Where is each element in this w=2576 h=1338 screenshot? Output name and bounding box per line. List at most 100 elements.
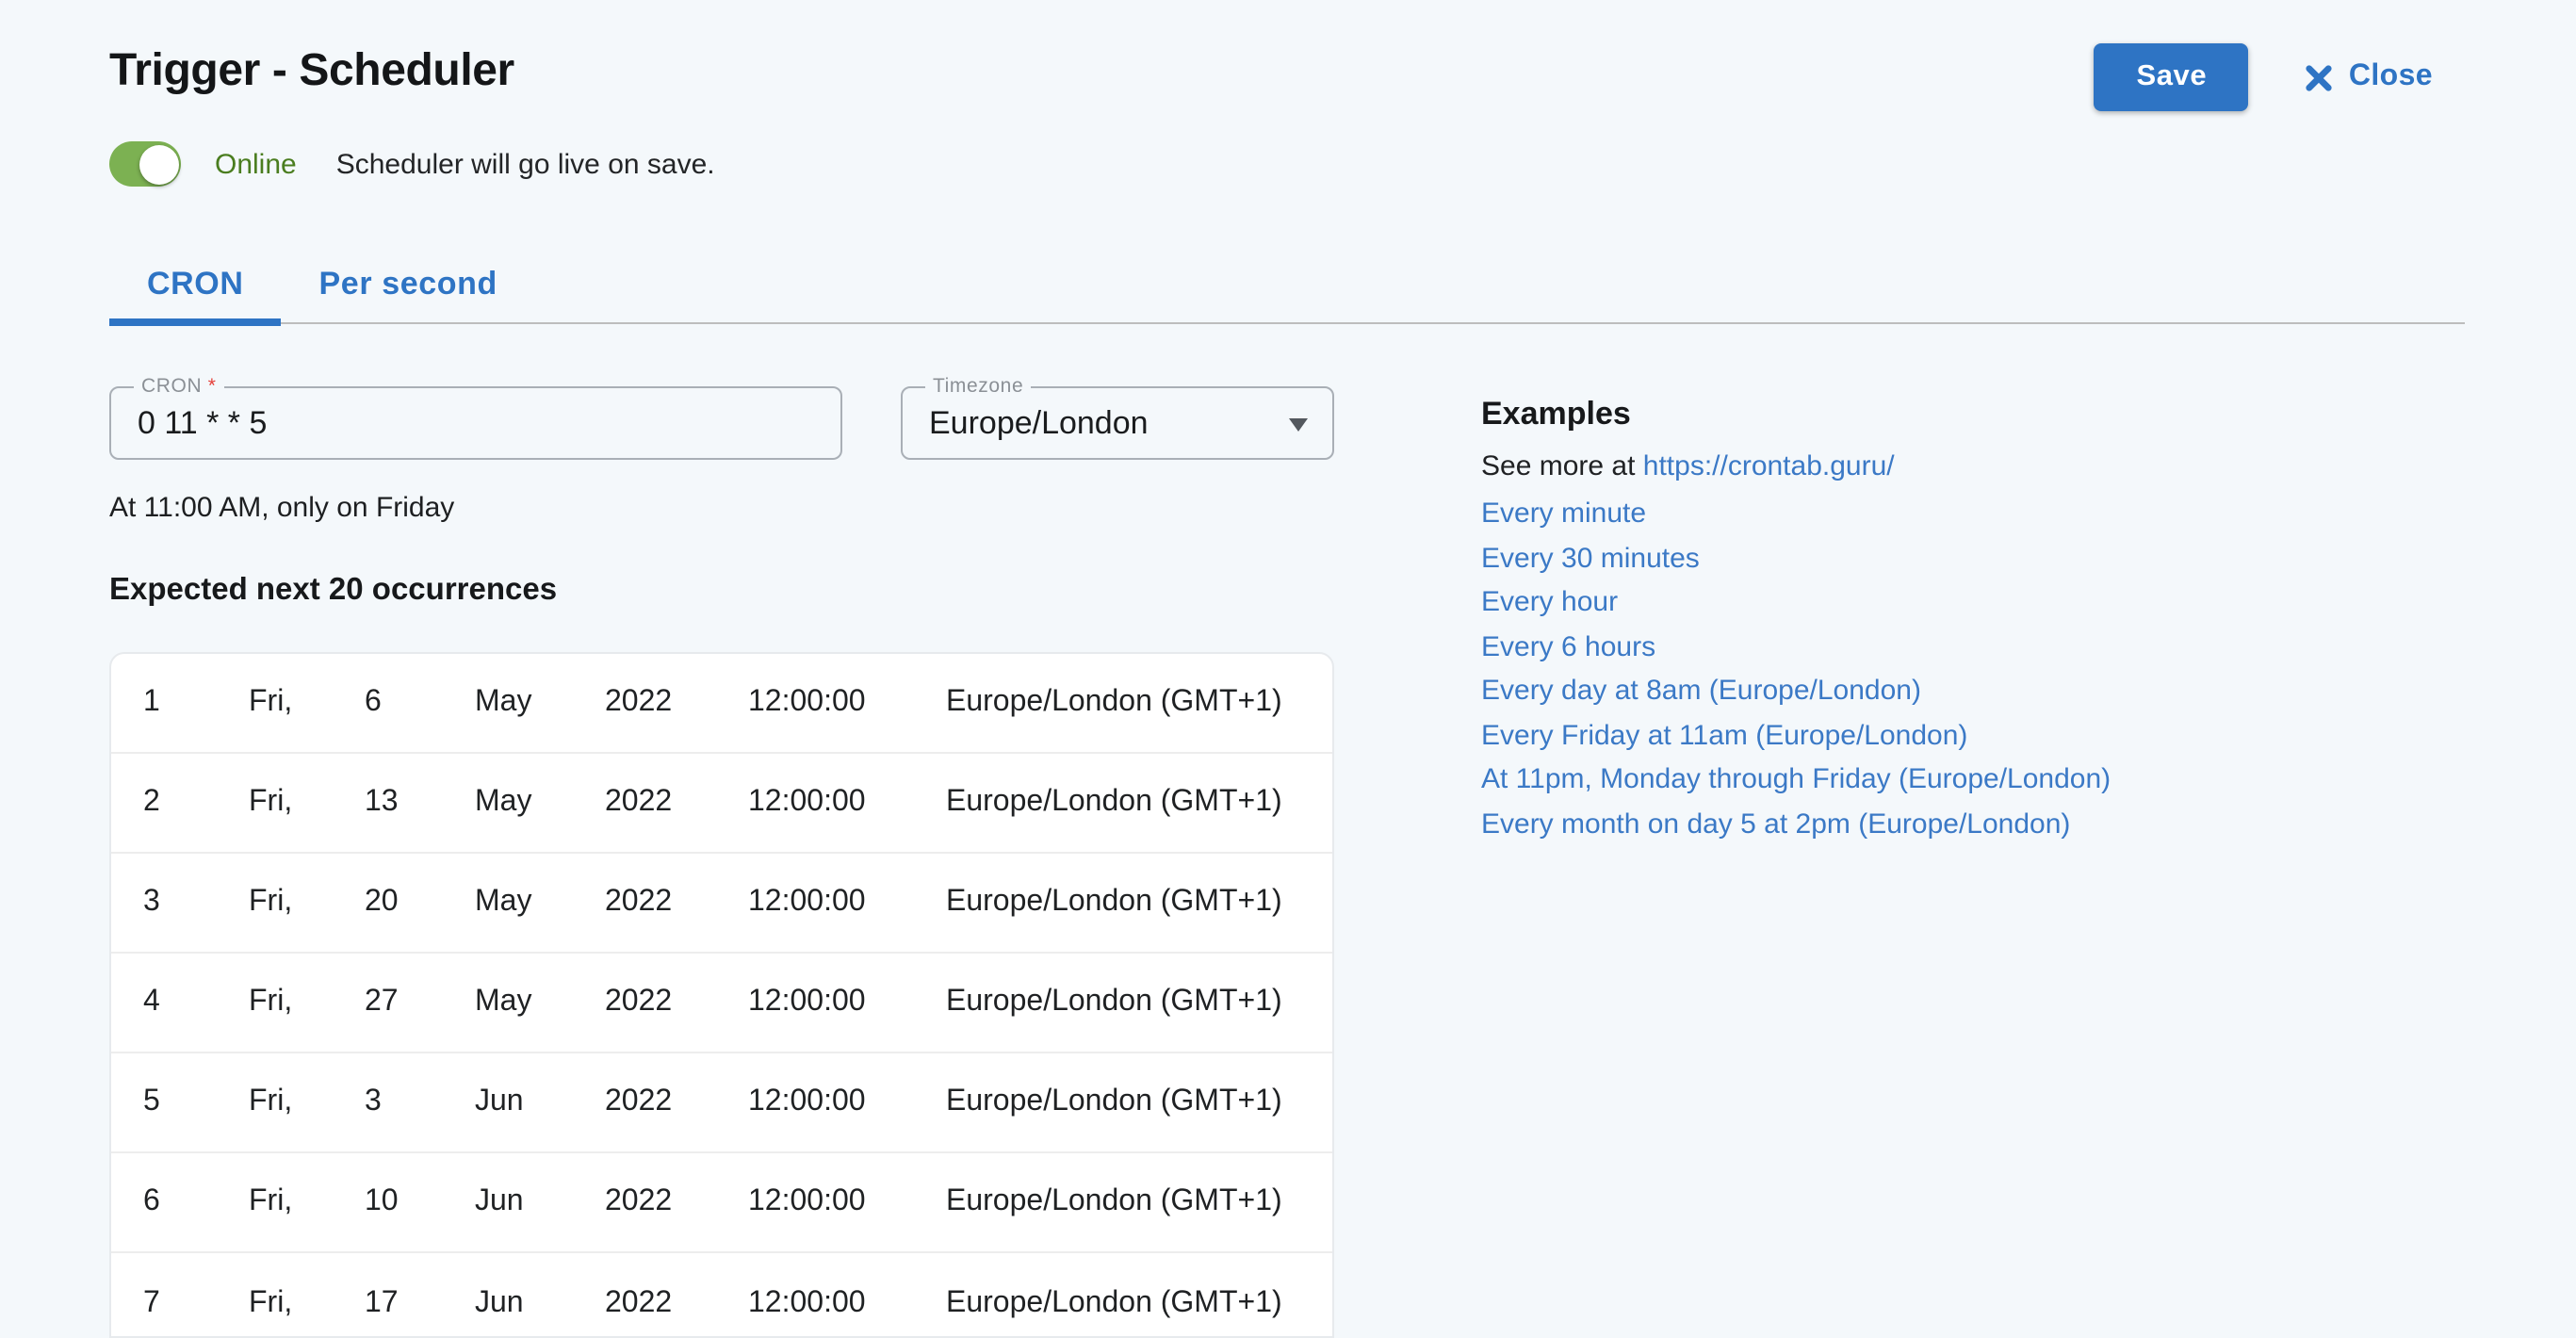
occurrence-timezone: Europe/London (GMT+1) (946, 1085, 1332, 1119)
occurrence-year: 2022 (605, 1185, 748, 1219)
tab-per-second-label: Per second (319, 265, 497, 302)
list-item: Every hour (1481, 588, 2461, 616)
close-button-label: Close (2349, 60, 2433, 94)
occurrence-month: May (475, 886, 605, 920)
example-link[interactable]: Every day at 8am (Europe/London) (1481, 675, 1921, 707)
go-live-description: Scheduler will go live on save. (336, 148, 715, 180)
occurrence-day: 20 (365, 886, 475, 920)
occurrence-index: 1 (143, 686, 249, 720)
occurrence-timezone: Europe/London (GMT+1) (946, 1185, 1332, 1219)
occurrence-index: 2 (143, 786, 249, 820)
occurrence-timezone: Europe/London (GMT+1) (946, 886, 1332, 920)
occurrence-timezone: Europe/London (GMT+1) (946, 786, 1332, 820)
see-more-line: See more at https://crontab.guru/ (1481, 452, 2461, 482)
occurrence-time: 12:00:00 (748, 1286, 946, 1320)
occurrence-index: 5 (143, 1085, 249, 1119)
timezone-select[interactable]: Timezone Europe/London (901, 386, 1334, 460)
occurrences-table: 1 Fri, 6 May 2022 12:00:00 Europe/London… (109, 652, 1334, 1338)
see-more-prefix: See more at (1481, 450, 1643, 482)
occurrence-timezone: Europe/London (GMT+1) (946, 986, 1332, 1020)
cron-description: At 11:00 AM, only on Friday (109, 492, 454, 524)
tab-bar: CRON Per second (109, 245, 2465, 324)
list-item: Every 6 hours (1481, 632, 2461, 661)
occurrence-year: 2022 (605, 686, 748, 720)
occurrence-weekday: Fri, (249, 1286, 365, 1320)
occurrence-timezone: Europe/London (GMT+1) (946, 1286, 1332, 1320)
occurrence-day: 10 (365, 1185, 475, 1219)
scheduler-dialog: Trigger - Scheduler Save Close Online Sc… (0, 0, 2576, 1338)
example-link[interactable]: At 11pm, Monday through Friday (Europe/L… (1481, 763, 2111, 795)
occurrence-index: 3 (143, 886, 249, 920)
occurrence-year: 2022 (605, 886, 748, 920)
table-row: 1 Fri, 6 May 2022 12:00:00 Europe/London… (111, 654, 1332, 754)
examples-panel: Examples See more at https://crontab.gur… (1481, 394, 2461, 854)
save-button[interactable]: Save (2095, 43, 2249, 111)
table-row: 5 Fri, 3 Jun 2022 12:00:00 Europe/London… (111, 1053, 1332, 1153)
occurrence-year: 2022 (605, 986, 748, 1020)
close-button[interactable]: Close (2306, 60, 2433, 94)
occurrences-heading: Expected next 20 occurrences (109, 573, 557, 609)
occurrence-index: 6 (143, 1185, 249, 1219)
occurrence-day: 27 (365, 986, 475, 1020)
list-item: Every minute (1481, 499, 2461, 528)
occurrence-time: 12:00:00 (748, 886, 946, 920)
online-status-label: Online (215, 148, 297, 180)
status-row: Online Scheduler will go live on save. (109, 141, 715, 187)
example-link[interactable]: Every minute (1481, 498, 1646, 530)
list-item: Every month on day 5 at 2pm (Europe/Lond… (1481, 809, 2461, 838)
occurrence-time: 12:00:00 (748, 1085, 946, 1119)
header-actions: Save Close (2095, 43, 2433, 111)
tab-cron-label: CRON (147, 265, 244, 302)
occurrence-year: 2022 (605, 786, 748, 820)
occurrence-month: Jun (475, 1185, 605, 1219)
occurrence-year: 2022 (605, 1286, 748, 1320)
occurrence-index: 7 (143, 1286, 249, 1320)
occurrence-weekday: Fri, (249, 1185, 365, 1219)
list-item: Every Friday at 11am (Europe/London) (1481, 721, 2461, 749)
online-toggle[interactable] (109, 141, 181, 187)
occurrence-time: 12:00:00 (748, 1185, 946, 1219)
occurrence-weekday: Fri, (249, 886, 365, 920)
chevron-down-icon (1289, 418, 1308, 432)
example-link[interactable]: Every month on day 5 at 2pm (Europe/Lond… (1481, 808, 2070, 840)
example-link[interactable]: Every hour (1481, 586, 1618, 618)
occurrence-weekday: Fri, (249, 786, 365, 820)
occurrence-month: May (475, 686, 605, 720)
save-button-label: Save (2136, 60, 2207, 94)
cron-input[interactable]: CRON * 0 11 * * 5 (109, 386, 842, 460)
occurrence-month: Jun (475, 1286, 605, 1320)
cron-input-value: 0 11 * * 5 (138, 388, 267, 458)
example-links: Every minute Every 30 minutes Every hour… (1481, 499, 2461, 838)
timezone-select-value: Europe/London (929, 388, 1149, 458)
table-row: 3 Fri, 20 May 2022 12:00:00 Europe/Londo… (111, 854, 1332, 954)
occurrence-month: May (475, 786, 605, 820)
close-icon (2306, 63, 2334, 91)
examples-heading: Examples (1481, 394, 2461, 435)
occurrence-day: 13 (365, 786, 475, 820)
list-item: Every 30 minutes (1481, 544, 2461, 572)
list-item: At 11pm, Monday through Friday (Europe/L… (1481, 765, 2461, 793)
toggle-knob (139, 144, 178, 184)
example-link[interactable]: Every Friday at 11am (Europe/London) (1481, 719, 1967, 751)
crontab-guru-link[interactable]: https://crontab.guru/ (1643, 450, 1895, 482)
list-item: Every day at 8am (Europe/London) (1481, 677, 2461, 705)
occurrence-month: Jun (475, 1085, 605, 1119)
occurrence-month: May (475, 986, 605, 1020)
occurrence-day: 17 (365, 1286, 475, 1320)
example-link[interactable]: Every 30 minutes (1481, 542, 1700, 574)
tab-per-second[interactable]: Per second (282, 245, 535, 322)
page-title: Trigger - Scheduler (109, 45, 514, 98)
occurrence-index: 4 (143, 986, 249, 1020)
tab-cron[interactable]: CRON (109, 245, 282, 322)
occurrence-year: 2022 (605, 1085, 748, 1119)
occurrence-day: 3 (365, 1085, 475, 1119)
occurrence-time: 12:00:00 (748, 686, 946, 720)
example-link[interactable]: Every 6 hours (1481, 630, 1655, 662)
table-row: 2 Fri, 13 May 2022 12:00:00 Europe/Londo… (111, 754, 1332, 854)
occurrence-timezone: Europe/London (GMT+1) (946, 686, 1332, 720)
occurrence-weekday: Fri, (249, 1085, 365, 1119)
table-row: 6 Fri, 10 Jun 2022 12:00:00 Europe/Londo… (111, 1153, 1332, 1253)
occurrence-time: 12:00:00 (748, 986, 946, 1020)
occurrence-day: 6 (365, 686, 475, 720)
occurrence-time: 12:00:00 (748, 786, 946, 820)
